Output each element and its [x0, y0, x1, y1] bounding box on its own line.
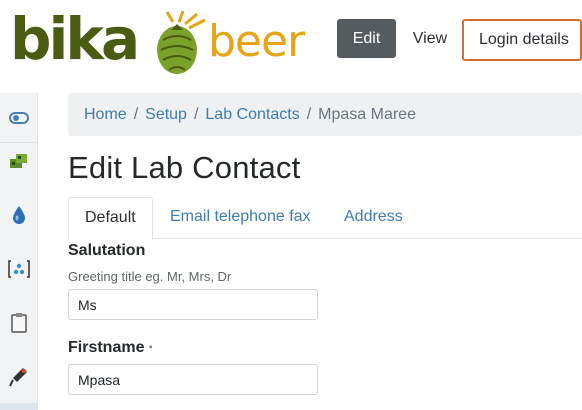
- firstname-label-text: Firstname: [68, 339, 145, 356]
- sidebar-item-water[interactable]: [0, 190, 38, 240]
- bika-beer-logo[interactable]: bika beer: [10, 6, 315, 76]
- water-drop-icon: [13, 206, 25, 224]
- sidebar-item-clipboard[interactable]: [0, 298, 38, 348]
- header: bika beer Edit View Login details: [0, 0, 582, 80]
- instruments-icon: [10, 154, 27, 168]
- toggle-icon: [9, 111, 29, 124]
- required-marker: ·: [148, 339, 154, 356]
- sidebar: [0, 93, 38, 410]
- breadcrumb-home[interactable]: Home: [84, 106, 127, 123]
- tab-email-telephone-fax[interactable]: Email telephone fax: [154, 197, 327, 239]
- breadcrumb-lab-contacts[interactable]: Lab Contacts: [205, 106, 299, 123]
- breadcrumb-setup[interactable]: Setup: [145, 106, 187, 123]
- microscope-icon: [9, 368, 27, 387]
- breadcrumb: Home / Setup / Lab Contacts / Mpasa Maree: [68, 93, 582, 136]
- view-button[interactable]: View: [405, 19, 455, 58]
- sidebar-item-microscope[interactable]: [0, 352, 38, 402]
- page-title: Edit Lab Contact: [68, 150, 301, 185]
- clipboard-icon: [11, 313, 27, 333]
- sample-points-icon: [8, 260, 30, 278]
- breadcrumb-separator: /: [133, 106, 139, 123]
- sidebar-active-indicator: [0, 403, 38, 410]
- breadcrumb-separator: /: [306, 106, 312, 123]
- salutation-input[interactable]: [68, 289, 318, 320]
- firstname-label: Firstname ·: [68, 339, 154, 357]
- logo-text-bika: bika: [10, 5, 140, 73]
- salutation-help: Greeting title eg. Mr, Mrs, Dr: [68, 269, 232, 284]
- firstname-input[interactable]: [68, 364, 318, 395]
- sidebar-item-instruments[interactable]: [0, 136, 38, 186]
- sidebar-item-sample-points[interactable]: [0, 244, 38, 294]
- login-details-button[interactable]: Login details: [462, 19, 582, 61]
- tab-address[interactable]: Address: [328, 197, 419, 239]
- tab-bar: Default Email telephone fax Address: [68, 197, 582, 240]
- logo-text-beer: beer: [208, 16, 305, 67]
- salutation-label: Salutation: [68, 242, 146, 259]
- breadcrumb-separator: /: [193, 106, 199, 123]
- hop-icon: [157, 10, 206, 74]
- tab-default[interactable]: Default: [68, 197, 153, 240]
- edit-button[interactable]: Edit: [337, 19, 396, 58]
- breadcrumb-current: Mpasa Maree: [318, 106, 416, 123]
